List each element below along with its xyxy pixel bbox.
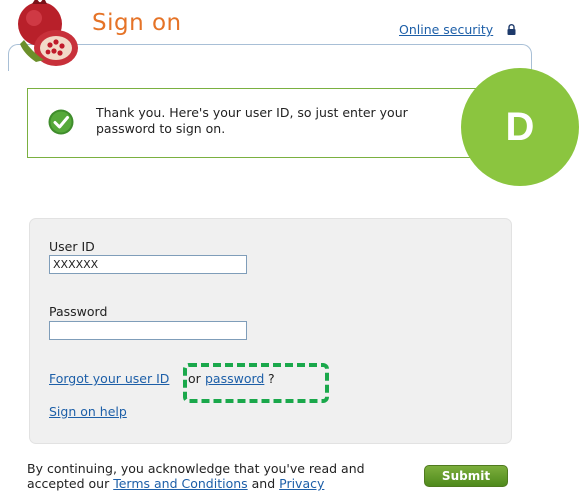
step-badge-letter: D bbox=[505, 104, 535, 149]
step-badge: D bbox=[461, 68, 579, 186]
checkmark-icon bbox=[48, 109, 74, 135]
password-label: Password bbox=[49, 304, 108, 319]
online-security-link[interactable]: Online security bbox=[399, 22, 493, 37]
privacy-link[interactable]: Privacy bbox=[279, 476, 324, 491]
notice-message: Thank you. Here's your user ID, so just … bbox=[96, 105, 408, 136]
highlight-dashed-box bbox=[183, 363, 329, 403]
footer-and-text: and bbox=[247, 476, 280, 491]
terms-link[interactable]: Terms and Conditions bbox=[113, 476, 247, 491]
sign-on-help-link[interactable]: Sign on help bbox=[49, 404, 127, 419]
page-title: Sign on bbox=[92, 10, 182, 36]
submit-button[interactable]: Submit bbox=[424, 465, 508, 487]
footer-acknowledgement: By continuing, you acknowledge that you'… bbox=[27, 461, 407, 491]
pomegranate-logo bbox=[18, 0, 78, 66]
header-panel bbox=[8, 44, 532, 71]
user-id-input[interactable] bbox=[49, 255, 247, 274]
forgot-user-id-link[interactable]: Forgot your user ID bbox=[49, 371, 169, 386]
user-id-label: User ID bbox=[49, 239, 95, 254]
password-input[interactable] bbox=[49, 321, 247, 340]
lock-icon bbox=[507, 24, 516, 35]
confirmation-notice: Thank you. Here's your user ID, so just … bbox=[27, 88, 522, 158]
